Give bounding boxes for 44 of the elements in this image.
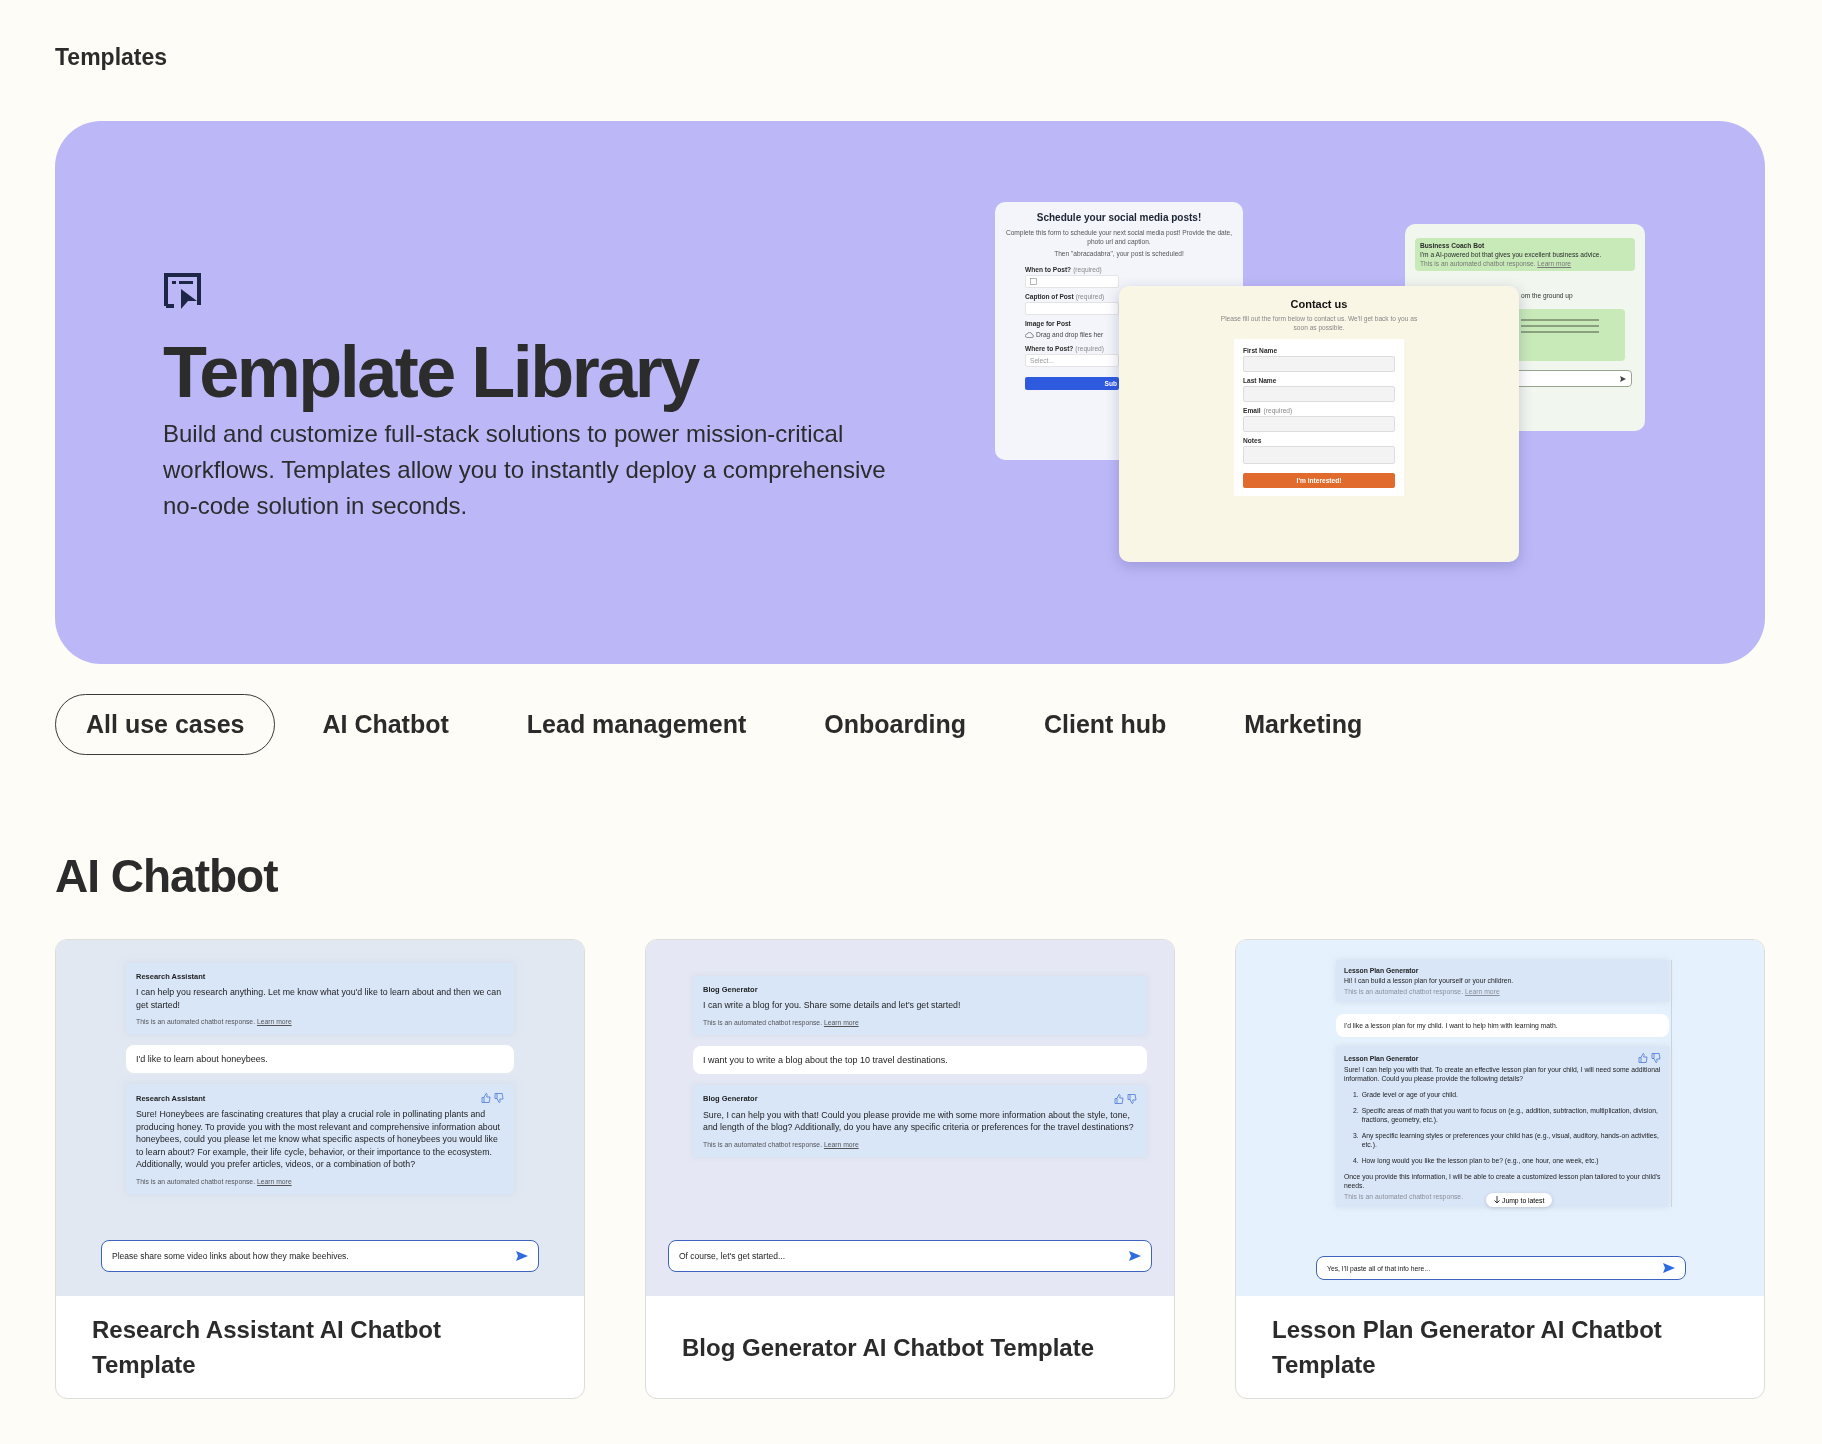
template-cursor-icon (163, 271, 201, 310)
card-title[interactable]: Research Assistant AI Chatbot Template (56, 1296, 584, 1398)
filter-tab[interactable]: Lead management (495, 694, 778, 755)
message-input[interactable]: Of course, let's get started... (668, 1240, 1152, 1272)
card-title[interactable]: Lesson Plan Generator AI Chatbot Template (1236, 1296, 1764, 1398)
filter-tab[interactable]: Marketing (1213, 694, 1394, 755)
template-card[interactable] (645, 939, 1175, 1399)
page-title: Templates (55, 44, 168, 71)
template-card[interactable] (1235, 939, 1765, 1399)
user-message: I'd like to learn about honeybees. (126, 1045, 514, 1073)
send-icon (1620, 375, 1626, 382)
cloud-upload-icon (1025, 331, 1034, 338)
hero-description: Build and customize full-stack solutions to power mission-critical workflows. Templates allow you to instantly deploy a comprehensive no-code solution in seconds. (163, 418, 887, 521)
message-text: Sure, I can help you with that! Could you please provide me with some more information about the style, tone, and length of the blog? Additionally, do you have any specific criteria or preferences for the travel destinations? (703, 1108, 1135, 1134)
filter-tab[interactable]: AI Chatbot (291, 694, 480, 755)
thumbs-up-icon[interactable] (481, 1093, 491, 1103)
thumbs-down-icon[interactable] (1651, 1053, 1661, 1063)
form-title: Schedule your social media posts! (1036, 212, 1202, 223)
input-field[interactable] (1243, 416, 1395, 432)
message-text: Sure! Honeybees are fascinating creatures that play a crucial role in pollinating plants and producing honey. To provide you with the most relevant and comprehensive information about honeybees, could you please let me know what specific aspects of honeybees you would like to learn about? For example, their life cycle, behavior, or their importance to the ecosystem. Additionally, would you prefer articles, videos, or a combination of both? (136, 1108, 501, 1171)
filter-tab[interactable]: Client hub (1013, 694, 1198, 755)
textarea-field[interactable] (1243, 446, 1395, 464)
thumbs-down-icon[interactable] (494, 1093, 504, 1103)
send-icon[interactable] (516, 1251, 528, 1261)
input-field[interactable] (1025, 302, 1119, 315)
input-field[interactable] (1243, 386, 1395, 402)
thumbs-down-icon[interactable] (1127, 1093, 1137, 1104)
card-title[interactable]: Blog Generator AI Chatbot Template (646, 1296, 1174, 1398)
send-icon[interactable] (1663, 1263, 1675, 1273)
section-title: AI Chatbot (55, 849, 279, 903)
template-card[interactable] (55, 939, 585, 1399)
message-input[interactable]: Please share some video links about how they make beehives. (101, 1240, 539, 1272)
message-text: I can help you research anything. Let me know what you'd like to learn about and then we can get started! (136, 986, 503, 1011)
form-title: Contact us (1290, 298, 1348, 310)
send-icon[interactable] (1129, 1251, 1141, 1261)
calendar-icon (1030, 278, 1037, 285)
date-field[interactable] (1025, 275, 1119, 288)
thumbs-up-icon[interactable] (1114, 1093, 1124, 1104)
filter-tab[interactable]: Onboarding (793, 694, 997, 755)
input-field[interactable] (1243, 356, 1395, 372)
user-message: I want you to write a blog about the top 10 travel destinations. (693, 1045, 1147, 1074)
thumbs-up-icon[interactable] (1638, 1053, 1648, 1063)
message-text: I can write a blog for you. Share some details and let's get started! (703, 999, 962, 1012)
arrow-down-icon (1494, 1196, 1500, 1204)
